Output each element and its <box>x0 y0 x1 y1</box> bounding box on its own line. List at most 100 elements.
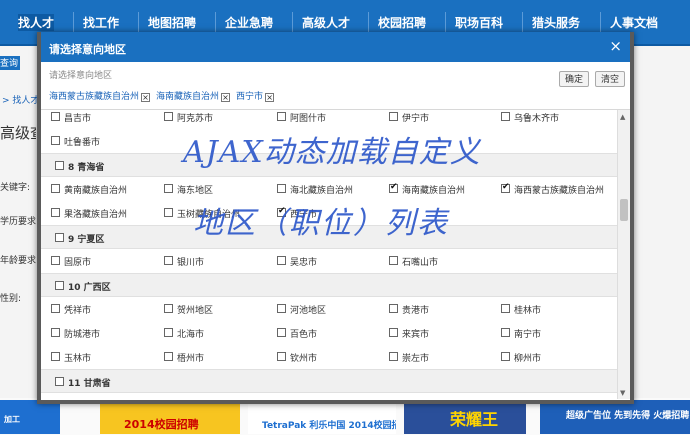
city-checkbox[interactable] <box>277 328 286 337</box>
province-checkbox[interactable] <box>55 377 64 386</box>
city-checkbox[interactable] <box>389 304 398 313</box>
vertical-scrollbar[interactable]: ▲ ▼ <box>617 110 630 399</box>
clear-button[interactable]: 清空 <box>595 71 626 87</box>
city-checkbox[interactable] <box>277 256 286 265</box>
ad-banner-5[interactable]: 超级广告位 先到先得 火爆招聘 <box>540 400 690 434</box>
search-field-label: 性别: <box>0 294 22 304</box>
city-checkbox[interactable] <box>501 182 510 193</box>
city-option[interactable]: 黄南藏族自治州 <box>41 177 153 201</box>
city-checkbox[interactable] <box>51 304 60 313</box>
confirm-button[interactable]: 确定 <box>559 71 590 87</box>
city-option[interactable]: 崇左市 <box>379 345 491 369</box>
ad-banner-3[interactable]: TetraPak 利乐中国 2014校园招聘 <box>248 400 396 434</box>
city-option[interactable]: 固原市 <box>41 249 153 273</box>
nav-item[interactable]: 猎头服务 <box>532 14 580 31</box>
city-checkbox[interactable] <box>277 112 286 121</box>
nav-item[interactable]: 地图招聘 <box>148 14 196 31</box>
city-checkbox[interactable] <box>164 328 173 337</box>
city-option[interactable]: 阿图什市 <box>267 110 379 129</box>
city-checkbox[interactable] <box>501 304 510 313</box>
scroll-up-icon[interactable]: ▲ <box>620 113 625 121</box>
city-checkbox[interactable] <box>164 208 173 217</box>
city-option[interactable]: 海西蒙古族藏族自治州 <box>491 177 604 201</box>
city-option[interactable]: 南宁市 <box>491 321 603 345</box>
city-option[interactable]: 银川市 <box>154 249 266 273</box>
city-checkbox[interactable] <box>389 352 398 361</box>
nav-item[interactable]: 企业急聘 <box>225 14 273 31</box>
remove-tag-icon[interactable]: × <box>221 93 231 102</box>
city-checkbox[interactable] <box>164 304 173 313</box>
nav-item[interactable]: 人事文档 <box>610 14 658 31</box>
remove-tag-icon[interactable]: × <box>265 93 275 102</box>
ad-banner-4[interactable]: 荣耀王 <box>404 400 526 434</box>
query-button[interactable]: 查询 <box>0 56 20 70</box>
city-option[interactable]: 贺州地区 <box>154 297 266 321</box>
city-option[interactable]: 海南藏族自治州 <box>379 177 491 201</box>
city-option[interactable]: 玉树藏族自治州 <box>154 201 266 225</box>
city-checkbox[interactable] <box>501 328 510 337</box>
city-option[interactable]: 吐鲁番市 <box>41 129 153 153</box>
city-option[interactable]: 梧州市 <box>154 345 266 369</box>
city-option[interactable]: 百色市 <box>267 321 379 345</box>
city-checkbox[interactable] <box>51 352 60 361</box>
scrollbar-thumb[interactable] <box>620 199 628 221</box>
city-checkbox[interactable] <box>389 328 398 337</box>
nav-item[interactable]: 找工作 <box>83 14 119 31</box>
city-option[interactable]: 北海市 <box>154 321 266 345</box>
city-checkbox[interactable] <box>164 184 173 193</box>
city-option[interactable]: 昌吉市 <box>41 110 153 129</box>
city-checkbox[interactable] <box>389 256 398 265</box>
city-option[interactable]: 来宾市 <box>379 321 491 345</box>
city-checkbox[interactable] <box>51 184 60 193</box>
city-option[interactable]: 乌鲁木齐市 <box>491 110 603 129</box>
city-option[interactable]: 防城港市 <box>41 321 153 345</box>
scroll-down-icon[interactable]: ▼ <box>620 389 625 397</box>
nav-item[interactable]: 职场百科 <box>455 14 503 31</box>
ad-banner-5-text: 超级广告位 先到先得 火爆招聘 <box>566 411 690 421</box>
city-option[interactable]: 凭祥市 <box>41 297 153 321</box>
city-checkbox[interactable] <box>164 112 173 121</box>
province-checkbox[interactable] <box>55 281 64 290</box>
province-checkbox[interactable] <box>55 233 64 242</box>
breadcrumb[interactable]: > 找人才 <box>2 93 39 106</box>
close-icon[interactable]: × <box>609 38 622 54</box>
city-option[interactable]: 石嘴山市 <box>379 249 491 273</box>
city-checkbox[interactable] <box>277 206 286 217</box>
city-checkbox[interactable] <box>277 184 286 193</box>
nav-item[interactable]: 找人才 <box>18 14 55 31</box>
city-checkbox[interactable] <box>51 256 60 265</box>
city-checkbox[interactable] <box>164 256 173 265</box>
page-heading: 高级查 <box>0 124 36 142</box>
selected-tags: 海西蒙古族藏族自治州 × 海南藏族自治州 × 西宁市 × <box>49 89 280 103</box>
city-option[interactable]: 海北藏族自治州 <box>267 177 379 201</box>
ad-banner-1[interactable]: 加工 <box>0 400 60 434</box>
city-option[interactable]: 吴忠市 <box>267 249 379 273</box>
city-option[interactable]: 河池地区 <box>267 297 379 321</box>
city-option[interactable]: 柳州市 <box>491 345 603 369</box>
city-option[interactable]: 果洛藏族自治州 <box>41 201 153 225</box>
ad-banner-2[interactable]: 2014校园招聘 <box>100 400 240 434</box>
city-checkbox[interactable] <box>277 352 286 361</box>
city-option[interactable]: 玉林市 <box>41 345 153 369</box>
city-option[interactable]: 桂林市 <box>491 297 603 321</box>
city-checkbox[interactable] <box>51 112 60 121</box>
city-option[interactable]: 伊宁市 <box>379 110 491 129</box>
city-checkbox[interactable] <box>51 136 60 145</box>
city-checkbox[interactable] <box>51 208 60 217</box>
nav-item[interactable]: 高级人才 <box>302 14 350 31</box>
province-checkbox[interactable] <box>55 161 64 170</box>
city-option[interactable]: 海东地区 <box>154 177 266 201</box>
city-option[interactable]: 贵港市 <box>379 297 491 321</box>
city-checkbox[interactable] <box>51 328 60 337</box>
city-option[interactable]: 钦州市 <box>267 345 379 369</box>
nav-item[interactable]: 校园招聘 <box>378 14 426 31</box>
city-option[interactable]: 西宁市 <box>267 201 379 225</box>
city-checkbox[interactable] <box>389 112 398 121</box>
city-checkbox[interactable] <box>501 112 510 121</box>
remove-tag-icon[interactable]: × <box>141 93 151 102</box>
city-checkbox[interactable] <box>277 304 286 313</box>
city-checkbox[interactable] <box>501 352 510 361</box>
city-checkbox[interactable] <box>389 182 398 193</box>
city-option[interactable]: 阿克苏市 <box>154 110 266 129</box>
city-checkbox[interactable] <box>164 352 173 361</box>
